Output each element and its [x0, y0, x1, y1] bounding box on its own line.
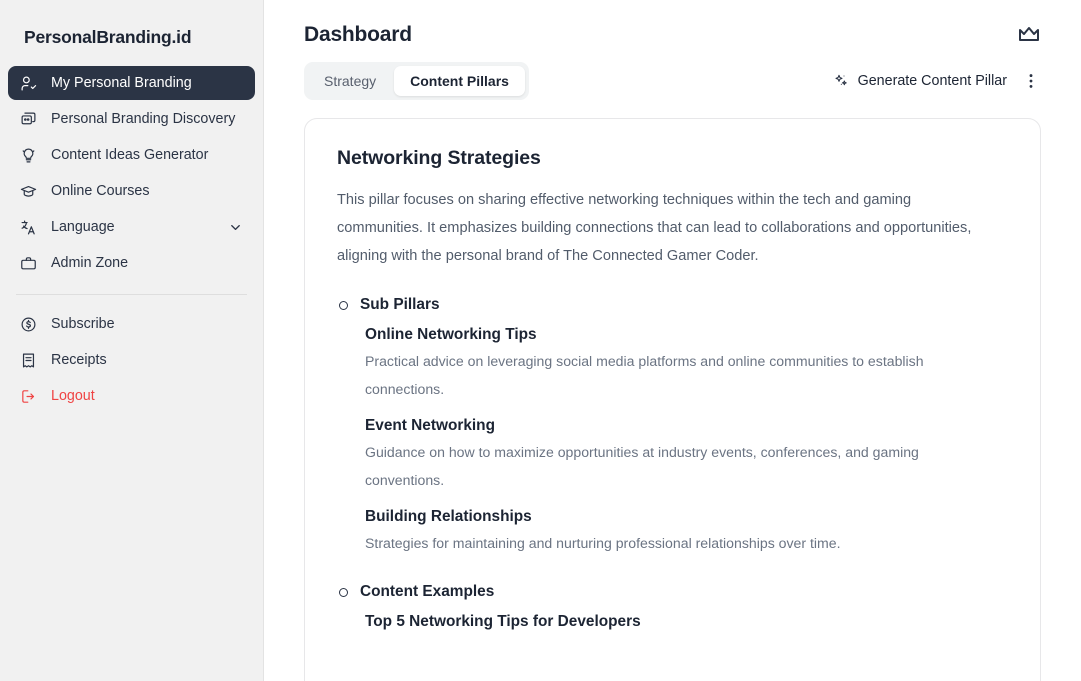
- sidebar-item-label: Subscribe: [51, 316, 115, 332]
- logout-icon: [20, 388, 37, 405]
- sub-pillar-description: Strategies for maintaining and nurturing…: [365, 535, 841, 551]
- sparkles-icon: [833, 73, 849, 89]
- page-header: Dashboard: [304, 0, 1041, 47]
- sidebar-item-personal-branding-discovery[interactable]: Personal Branding Discovery: [8, 102, 255, 136]
- more-vertical-icon[interactable]: [1021, 71, 1041, 91]
- content-pillar-card: Networking Strategies This pillar focuse…: [304, 118, 1041, 681]
- chevron-down-icon[interactable]: [228, 220, 243, 235]
- sidebar-item-logout[interactable]: Logout: [8, 379, 255, 413]
- toolbar-actions: Generate Content Pillar: [833, 71, 1041, 91]
- user-check-icon: [20, 75, 37, 92]
- sub-pillar-title: Event Networking: [365, 417, 495, 434]
- crown-icon[interactable]: [1017, 23, 1041, 47]
- tab-content-pillars[interactable]: Content Pillars: [394, 66, 525, 96]
- ring-bullet-icon: [339, 587, 348, 597]
- toolbar: Strategy Content Pillars Generate Conten…: [304, 62, 1041, 100]
- receipt-icon: [20, 352, 37, 369]
- sub-pillars-heading-row: Sub Pillars: [337, 296, 1008, 314]
- generate-content-pillar-button[interactable]: Generate Content Pillar: [833, 73, 1007, 89]
- main-content: Dashboard Strategy Content Pillars Gener…: [264, 0, 1081, 681]
- sub-pillar-description: Practical advice on leveraging social me…: [365, 353, 924, 397]
- chat-square-icon: [20, 111, 37, 128]
- tab-group: Strategy Content Pillars: [304, 62, 529, 100]
- list-item: Building Relationships Strategies for ma…: [365, 508, 1008, 557]
- graduation-cap-icon: [20, 183, 37, 200]
- tab-strategy[interactable]: Strategy: [308, 66, 392, 96]
- sub-pillars-list: Online Networking Tips Practical advice …: [337, 326, 1008, 557]
- pillar-description: This pillar focuses on sharing effective…: [337, 192, 972, 264]
- sub-pillar-title: Building Relationships: [365, 508, 532, 525]
- sub-pillars-section: Sub Pillars Online Networking Tips Pract…: [337, 296, 1008, 557]
- content-examples-section: Content Examples Top 5 Networking Tips f…: [337, 583, 1008, 631]
- brand-logo: PersonalBranding.id: [24, 27, 192, 47]
- pillar-title: Networking Strategies: [337, 147, 541, 169]
- dollar-circle-icon: [20, 316, 37, 333]
- sidebar-item-receipts[interactable]: Receipts: [8, 343, 255, 377]
- sidebar-item-label: Logout: [51, 388, 95, 404]
- sidebar-item-label: Admin Zone: [51, 255, 129, 271]
- sidebar-item-my-personal-branding[interactable]: My Personal Branding: [8, 66, 255, 100]
- sidebar-nav: My Personal Branding Personal Branding D…: [8, 66, 255, 280]
- sub-pillar-title: Online Networking Tips: [365, 326, 537, 343]
- sidebar-footer-nav: Subscribe Receipts Logout: [8, 307, 255, 413]
- list-item: Top 5 Networking Tips for Developers: [365, 613, 1008, 631]
- sidebar-item-label: My Personal Branding: [51, 75, 192, 91]
- sidebar-divider: [16, 294, 247, 295]
- list-item: Online Networking Tips Practical advice …: [365, 326, 1008, 403]
- lightbulb-icon: [20, 147, 37, 164]
- content-examples-list: Top 5 Networking Tips for Developers: [337, 613, 1008, 631]
- sidebar-item-label: Online Courses: [51, 183, 150, 199]
- sidebar: PersonalBranding.id My Personal Branding…: [0, 0, 264, 681]
- sidebar-item-label: Personal Branding Discovery: [51, 111, 236, 127]
- content-example-title: Top 5 Networking Tips for Developers: [365, 613, 641, 630]
- content-examples-heading-row: Content Examples: [337, 583, 1008, 601]
- ring-bullet-icon: [339, 300, 348, 310]
- sidebar-item-language[interactable]: Language: [8, 210, 255, 244]
- sidebar-item-content-ideas-generator[interactable]: Content Ideas Generator: [8, 138, 255, 172]
- sub-pillars-heading: Sub Pillars: [360, 296, 440, 313]
- sidebar-item-label: Receipts: [51, 352, 107, 368]
- app-root: PersonalBranding.id My Personal Branding…: [0, 0, 1081, 681]
- list-item: Event Networking Guidance on how to maxi…: [365, 417, 1008, 494]
- sidebar-item-label: Language: [51, 219, 115, 235]
- sub-pillar-description: Guidance on how to maximize opportunitie…: [365, 444, 919, 488]
- languages-icon: [20, 219, 37, 236]
- briefcase-icon: [20, 255, 37, 272]
- sidebar-item-label: Content Ideas Generator: [51, 147, 209, 163]
- sidebar-item-subscribe[interactable]: Subscribe: [8, 307, 255, 341]
- page-title: Dashboard: [304, 23, 412, 46]
- sidebar-item-online-courses[interactable]: Online Courses: [8, 174, 255, 208]
- content-examples-heading: Content Examples: [360, 583, 495, 600]
- sidebar-item-admin-zone[interactable]: Admin Zone: [8, 246, 255, 280]
- generate-content-pillar-label: Generate Content Pillar: [857, 73, 1007, 89]
